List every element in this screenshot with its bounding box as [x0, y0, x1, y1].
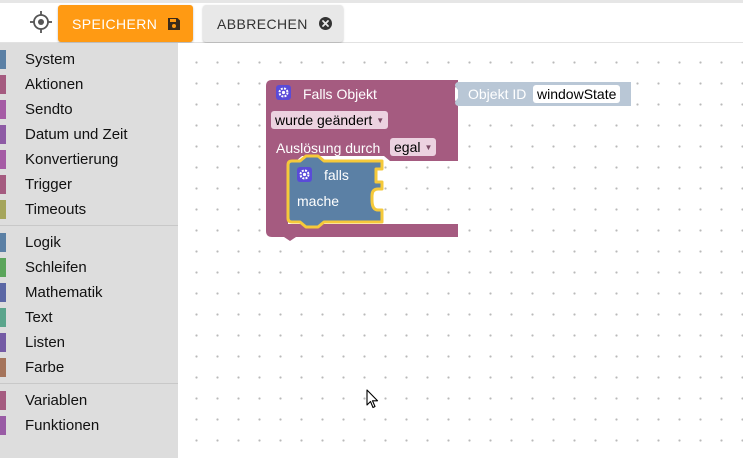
dropdown-arrow-icon: ▼ [376, 116, 385, 125]
if-label: falls [324, 167, 349, 183]
object-id-field[interactable]: windowState [533, 85, 621, 103]
if-block-gear-icon[interactable] [297, 167, 312, 182]
ack-dropdown[interactable]: egal ▼ [390, 138, 437, 156]
event-dropdown-value: wurde geändert [275, 112, 373, 128]
trigger-block-gear-icon[interactable] [276, 85, 291, 100]
event-dropdown[interactable]: wurde geändert ▼ [271, 111, 389, 129]
object-id-value: windowState [537, 86, 617, 102]
mouse-cursor-icon [366, 389, 379, 409]
dropdown-arrow-icon: ▼ [424, 143, 433, 152]
trigger-block-title: Falls Objekt [303, 86, 377, 102]
ack-dropdown-value: egal [394, 139, 421, 155]
do-label: mache [297, 193, 340, 209]
object-id-label: Objekt ID [468, 86, 527, 102]
ack-label: Auslösung durch [276, 140, 381, 156]
